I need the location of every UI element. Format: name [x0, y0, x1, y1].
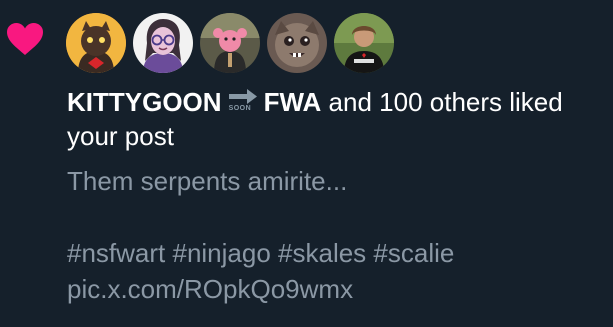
post-preview[interactable]: Them serpents amirite... #nsfwart #ninja…: [67, 163, 607, 307]
post-link: pic.x.com/ROpkQo9wmx: [67, 274, 354, 304]
like-summary: KITTYGOON SOON FWA and 100 others liked yo…: [67, 85, 609, 153]
user-name-kittygoon[interactable]: KITTYGOON: [67, 87, 222, 117]
heart-icon: [7, 23, 43, 55]
avatar-liker-4[interactable]: [267, 13, 327, 73]
user-name-fwa[interactable]: FWA: [264, 87, 322, 117]
avatar-kittygoon[interactable]: [66, 13, 126, 73]
post-line-blank: [67, 199, 607, 235]
avatar-cartoon-cat-character-icon: [66, 13, 126, 73]
avatar-liker-5[interactable]: [334, 13, 394, 73]
like-notification[interactable]: KITTYGOON SOON FWA and 100 others liked yo…: [0, 0, 613, 327]
avatar-person-cowboy-shirt-icon: [334, 13, 394, 73]
avatar-drawn-creature-icon: [267, 13, 327, 73]
post-hashtags: #nsfwart #ninjago #skales #scalie: [67, 238, 455, 268]
liker-avatars: [66, 13, 394, 75]
arrow-soon-icon: SOON: [228, 87, 258, 113]
post-line: Them serpents amirite...: [67, 166, 348, 196]
avatar-fwa[interactable]: [133, 13, 193, 73]
avatar-person-pink-mask-icon: [200, 13, 260, 73]
avatar-cartoon-glasses-character-icon: [133, 13, 193, 73]
avatar-liker-3[interactable]: [200, 13, 260, 73]
